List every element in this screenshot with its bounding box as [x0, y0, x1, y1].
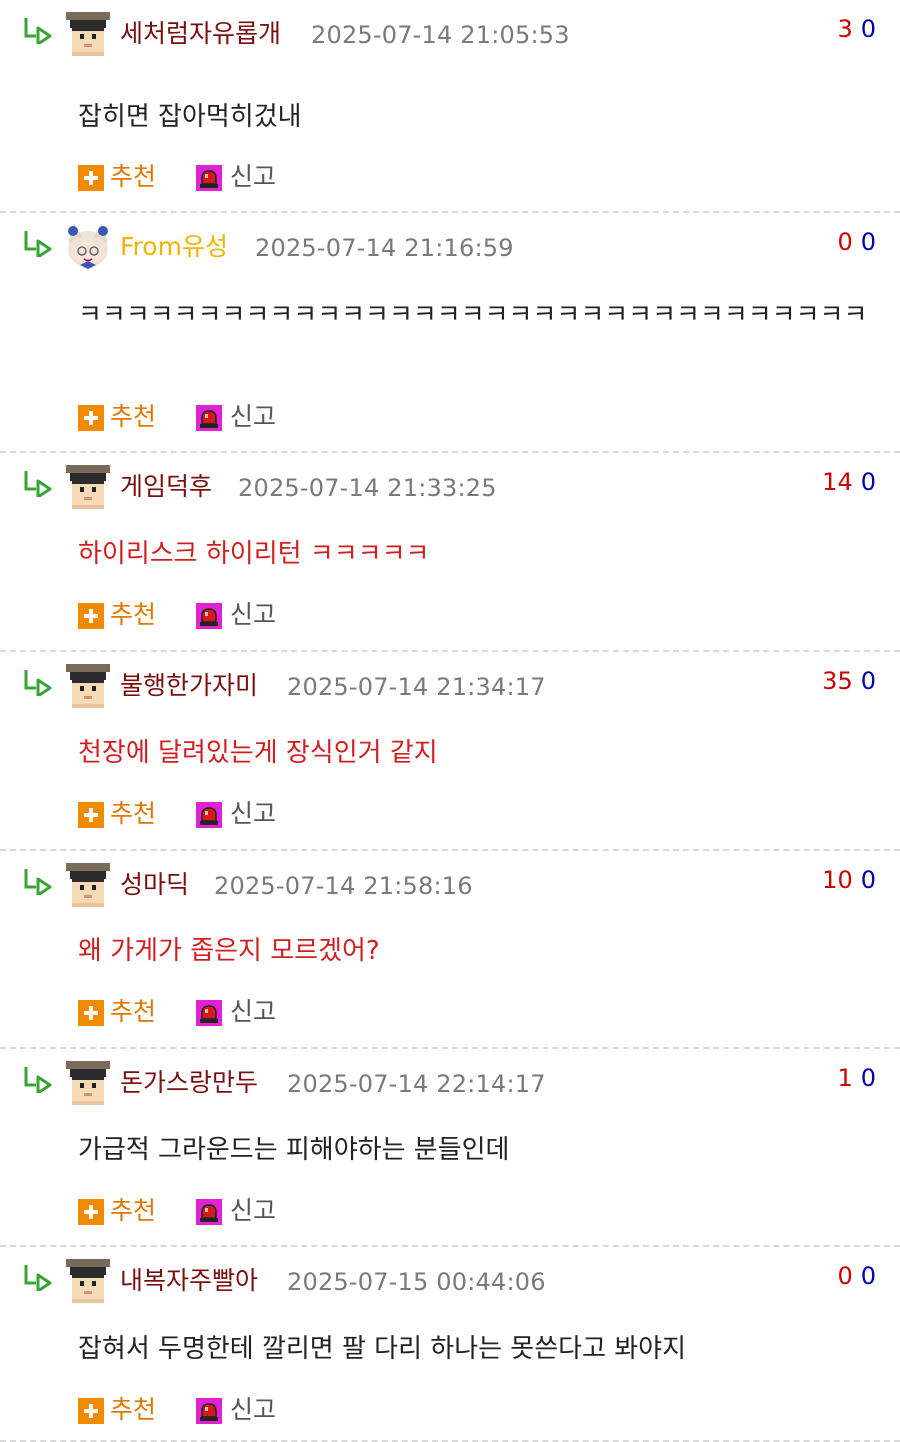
comment-nickname[interactable]: 세처럼자유롭개: [120, 18, 281, 50]
plus-icon[interactable]: [78, 603, 104, 629]
comment-item: 세처럼자유롭개 2025-07-14 21:05:53 3 0 잡히면 잡아먹히겄내추천…: [0, 0, 900, 213]
comment-date: 2025-07-15 00:44:06: [287, 1268, 546, 1296]
comment-text: ㅋㅋㅋㅋㅋㅋㅋㅋㅋㅋㅋㅋㅋㅋㅋㅋㅋㅋㅋㅋㅋㅋㅋㅋㅋㅋㅋㅋㅋㅋㅋㅋㅋ: [78, 300, 868, 330]
comment-text: 잡혀서 두명한테 깔리면 팔 다리 하나는 못쓴다고 봐야지: [78, 1334, 687, 1364]
downvote-count: 0: [860, 1262, 876, 1290]
comment-nickname[interactable]: 성마딕: [120, 869, 189, 901]
comment-header: 내복자주빨아 2025-07-15 00:44:06 0 0: [0, 1247, 900, 1303]
upvote-count: 0: [837, 228, 853, 256]
vote-counts: 10: [837, 1062, 876, 1094]
siren-icon[interactable]: [196, 165, 222, 191]
siren-icon[interactable]: [196, 603, 222, 629]
comment-item: From유성 2025-07-14 21:16:59 0 0 ㅋㅋㅋㅋㅋㅋㅋㅋㅋㅋㅋㅋㅋ…: [0, 213, 900, 453]
upvote-count: 35: [822, 667, 853, 695]
siren-icon[interactable]: [196, 1199, 222, 1225]
siren-icon[interactable]: [196, 802, 222, 828]
reply-arrow-icon: [22, 1263, 54, 1293]
default-avatar-icon[interactable]: [64, 859, 112, 907]
comment-header: 돈가스랑만두 2025-07-14 22:14:17 1 0: [0, 1049, 900, 1105]
comment-text: 하이리스크 하이리턴 ㅋㅋㅋㅋㅋ: [78, 539, 430, 569]
plus-icon[interactable]: [78, 802, 104, 828]
upvote-count: 0: [837, 1262, 853, 1290]
report-button[interactable]: 신고: [230, 400, 276, 434]
comment-header: 불행한가자미 2025-07-14 21:34:17 35 0: [0, 652, 900, 708]
report-button[interactable]: 신고: [230, 995, 276, 1029]
comment-header: 세처럼자유롭개 2025-07-14 21:05:53 3 0: [0, 0, 900, 56]
vote-counts: 30: [837, 13, 876, 45]
plus-icon[interactable]: [78, 1000, 104, 1026]
downvote-count: 0: [860, 1064, 876, 1092]
reply-arrow-icon: [22, 469, 54, 499]
upvote-count: 14: [822, 468, 853, 496]
report-button[interactable]: 신고: [230, 160, 276, 194]
vote-counts: 00: [837, 1260, 876, 1292]
anime-girl-avatar-icon[interactable]: [64, 221, 112, 269]
report-button[interactable]: 신고: [230, 1393, 276, 1427]
default-avatar-icon[interactable]: [64, 1057, 112, 1105]
comment-header: 성마딕 2025-07-14 21:58:16 10 0: [0, 851, 900, 907]
recommend-button[interactable]: 추천: [110, 598, 156, 632]
siren-icon[interactable]: [196, 1000, 222, 1026]
comment-item: 불행한가자미 2025-07-14 21:34:17 35 0 천장에 달려있는게 장식…: [0, 652, 900, 851]
comment-header: 게임덕후 2025-07-14 21:33:25 14 0: [0, 453, 900, 509]
reply-arrow-icon: [22, 16, 54, 46]
comment-date: 2025-07-14 22:14:17: [287, 1070, 546, 1098]
upvote-count: 3: [837, 15, 853, 43]
downvote-count: 0: [860, 228, 876, 256]
siren-icon[interactable]: [196, 405, 222, 431]
comment-item: 성마딕 2025-07-14 21:58:16 10 0 왜 가게가 좁은지 모르겠어?…: [0, 851, 900, 1049]
comment-header: From유성 2025-07-14 21:16:59 0 0: [0, 213, 900, 269]
comment-date: 2025-07-14 21:16:59: [255, 234, 514, 262]
downvote-count: 0: [860, 667, 876, 695]
downvote-count: 0: [860, 15, 876, 43]
default-avatar-icon[interactable]: [64, 8, 112, 56]
plus-icon[interactable]: [78, 1398, 104, 1424]
reply-arrow-icon: [22, 229, 54, 259]
comment-text: 가급적 그라운드는 피해야하는 분들인데: [78, 1135, 510, 1165]
report-button[interactable]: 신고: [230, 797, 276, 831]
default-avatar-icon[interactable]: [64, 660, 112, 708]
plus-icon[interactable]: [78, 405, 104, 431]
siren-icon[interactable]: [196, 1398, 222, 1424]
plus-icon[interactable]: [78, 165, 104, 191]
recommend-button[interactable]: 추천: [110, 797, 156, 831]
vote-counts: 14 0: [822, 466, 876, 498]
plus-icon[interactable]: [78, 1199, 104, 1225]
reply-arrow-icon: [22, 668, 54, 698]
comment-date: 2025-07-14 21:05:53: [311, 21, 570, 49]
comment-list: 세처럼자유롭개 2025-07-14 21:05:53 3 0 잡히면 잡아먹히겄내 추천…: [0, 0, 900, 1442]
comment-nickname[interactable]: 불행한가자미: [120, 670, 258, 702]
report-button[interactable]: 신고: [230, 1194, 276, 1228]
comment-item: 돈가스랑만두 2025-07-14 22:14:17 1 0 가급적 그라운드는 피해야…: [0, 1049, 900, 1247]
comment-text: 천장에 달려있는게 장식인거 같지: [78, 738, 438, 768]
recommend-button[interactable]: 추천: [110, 1194, 156, 1228]
reply-arrow-icon: [22, 867, 54, 897]
downvote-count: 0: [860, 468, 876, 496]
comment-nickname[interactable]: From유성: [120, 231, 228, 263]
upvote-count: 1: [837, 1064, 853, 1092]
comment-text: 왜 가게가 좁은지 모르겠어?: [78, 936, 380, 966]
recommend-button[interactable]: 추천: [110, 1393, 156, 1427]
comment-text: 잡히면 잡아먹히겄내: [78, 102, 302, 132]
comment-date: 2025-07-14 21:58:16: [214, 872, 473, 900]
vote-counts: 35 0: [822, 665, 876, 697]
comment-item: 게임덕후 2025-07-14 21:33:25 14 0 하이리스크 하이리턴 ㅋㅋㅋ…: [0, 453, 900, 652]
recommend-button[interactable]: 추천: [110, 400, 156, 434]
comment-nickname[interactable]: 게임덕후: [120, 471, 212, 503]
upvote-count: 10: [822, 866, 853, 894]
recommend-button[interactable]: 추천: [110, 160, 156, 194]
comment-nickname[interactable]: 내복자주빨아: [120, 1265, 258, 1297]
downvote-count: 0: [860, 866, 876, 894]
comment-date: 2025-07-14 21:34:17: [287, 673, 546, 701]
comment-nickname[interactable]: 돈가스랑만두: [120, 1067, 258, 1099]
vote-counts: 10 0: [822, 864, 876, 896]
comment-item: 내복자주빨아 2025-07-15 00:44:06 0 0 잡혀서 두명한테 깔리면 …: [0, 1247, 900, 1442]
vote-counts: 00: [837, 226, 876, 258]
comment-date: 2025-07-14 21:33:25: [238, 474, 497, 502]
recommend-button[interactable]: 추천: [110, 995, 156, 1029]
reply-arrow-icon: [22, 1065, 54, 1095]
default-avatar-icon[interactable]: [64, 1255, 112, 1303]
report-button[interactable]: 신고: [230, 598, 276, 632]
default-avatar-icon[interactable]: [64, 461, 112, 509]
